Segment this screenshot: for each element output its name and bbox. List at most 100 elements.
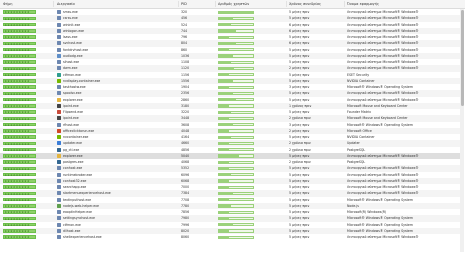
- usage-fill: [219, 24, 231, 26]
- usage-fill: [219, 205, 231, 207]
- star-icon: ★★★★★★★★★: [4, 129, 30, 134]
- process-icon: [57, 66, 61, 71]
- star-icon: ★★★★★★★★★: [4, 141, 30, 146]
- usage-bar: [218, 129, 254, 133]
- star-icon: ★★★★★★★★★: [4, 197, 30, 202]
- usage-bar: [218, 210, 254, 214]
- usage-bar: [218, 29, 254, 33]
- usage-bar: [218, 60, 254, 64]
- usage-bar: [218, 141, 254, 146]
- usage-fill: [219, 236, 230, 238]
- column-header-rating[interactable]: Φήμη: [3, 2, 51, 6]
- process-icon: [57, 10, 61, 15]
- column-divider[interactable]: [178, 1, 179, 7]
- usage-fill: [219, 36, 230, 38]
- process-icon: [57, 185, 61, 190]
- usage-bar: [218, 98, 254, 102]
- usage-fill: [219, 105, 230, 107]
- table-row[interactable]: ★★★★★★★★★ shellexperiencehost.exe 8060 5 μή…: [0, 234, 460, 240]
- column-header-process[interactable]: Διεργασία: [57, 2, 177, 6]
- process-icon: [57, 228, 61, 233]
- usage-bar: [218, 223, 254, 227]
- column-header-cpu[interactable]: Αριθμός χρηστών: [218, 2, 286, 6]
- reputation-rating-bar: ★★★★★★★★★: [3, 185, 36, 189]
- process-icon: [57, 210, 61, 215]
- usage-bar: [218, 79, 254, 83]
- usage-bar: [218, 73, 254, 77]
- column-divider[interactable]: [286, 1, 287, 7]
- reputation-rating-bar: ★★★★★★★★★: [3, 29, 36, 33]
- process-icon: [57, 97, 61, 102]
- process-icon: [57, 41, 61, 46]
- process-table: Φήμη Διεργασία PID Αριθμός χρηστών Χρόνο…: [0, 0, 465, 253]
- process-icon: [57, 47, 61, 52]
- process-icon: [57, 166, 61, 171]
- reputation-rating-bar: ★★★★★★★★★: [3, 216, 36, 221]
- star-icon: ★★★★★★★★★: [4, 85, 30, 90]
- star-icon: ★★★★★★★★★: [4, 216, 30, 221]
- column-header-time[interactable]: Χρόνος συνεδρίας: [289, 2, 344, 6]
- usage-fill: [219, 186, 230, 188]
- star-icon: ★★★★★★★★★: [4, 154, 30, 159]
- column-divider[interactable]: [215, 1, 216, 7]
- usage-fill: [219, 61, 231, 63]
- reputation-rating-bar: ★★★★★★★★★: [3, 60, 36, 64]
- column-header-description[interactable]: Όνομα εφαρμογής: [347, 2, 459, 6]
- reputation-rating-bar: ★★★★★★★★★: [3, 141, 36, 146]
- star-icon: ★★★★★★★★★: [4, 72, 30, 77]
- process-pid: 8060: [181, 235, 190, 239]
- usage-bar: [218, 148, 254, 152]
- usage-fill: [219, 55, 233, 57]
- usage-bar: [218, 123, 254, 127]
- reputation-rating-bar: ★★★★★★★★★: [3, 35, 36, 39]
- usage-bar: [218, 154, 254, 158]
- process-icon: [57, 222, 61, 227]
- star-icon: ★★★★★★★★★: [4, 35, 30, 40]
- reputation-rating-bar: ★★★★★★★★★: [3, 166, 36, 171]
- scrollbar-thumb[interactable]: [460, 10, 464, 106]
- usage-fill: [219, 86, 230, 88]
- star-icon: ★★★★★★★★★: [4, 79, 30, 84]
- process-icon: [57, 128, 61, 133]
- usage-bar: [218, 135, 254, 139]
- reputation-rating-bar: ★★★★★★★★★: [3, 229, 36, 233]
- usage-bar: [218, 16, 254, 21]
- usage-bar: [218, 229, 254, 233]
- usage-fill: [219, 224, 233, 226]
- reputation-rating-bar: ★★★★★★★★★: [3, 91, 36, 96]
- usage-fill: [219, 174, 231, 176]
- column-divider[interactable]: [53, 1, 54, 7]
- usage-bar: [218, 185, 254, 189]
- usage-fill: [219, 149, 230, 151]
- application-name: Λειτουργικό σύστημα Microsoft® Windows®: [347, 235, 419, 239]
- process-icon: [57, 53, 61, 58]
- column-header-pid[interactable]: PID: [181, 2, 213, 6]
- star-icon: ★★★★★★★★★: [4, 60, 30, 65]
- star-icon: ★★★★★★★★★: [4, 41, 30, 46]
- process-icon: [57, 122, 61, 127]
- session-time: 5 μήνες πριν: [289, 235, 310, 239]
- usage-bar: [218, 104, 254, 108]
- usage-fill: [219, 211, 230, 213]
- usage-fill: [219, 192, 233, 195]
- reputation-rating-bar: ★★★★★★★★★: [3, 222, 36, 227]
- process-icon: [57, 178, 61, 183]
- star-icon: ★★★★★★★★★: [4, 191, 30, 196]
- star-icon: ★★★★★★★★★: [4, 104, 30, 109]
- column-divider[interactable]: [344, 1, 345, 7]
- reputation-rating-bar: ★★★★★★★★★: [3, 85, 36, 89]
- reputation-rating-bar: ★★★★★★★★★: [3, 204, 36, 208]
- star-icon: ★★★★★★★★★: [4, 110, 30, 115]
- star-icon: ★★★★★★★★★: [4, 179, 30, 184]
- reputation-rating-bar: ★★★★★★★★★: [3, 129, 36, 133]
- usage-bar: [218, 116, 254, 121]
- star-icon: ★★★★★★★★★: [4, 204, 30, 209]
- usage-bar: [218, 160, 254, 164]
- star-icon: ★★★★★★★★★: [4, 147, 30, 152]
- reputation-rating-bar: ★★★★★★★★★: [3, 72, 36, 77]
- star-icon: ★★★★★★★★★: [4, 172, 30, 177]
- usage-bar: [218, 48, 254, 52]
- process-icon: [57, 203, 61, 208]
- reputation-rating-bar: ★★★★★★★★★: [3, 160, 36, 164]
- usage-fill: [219, 167, 230, 170]
